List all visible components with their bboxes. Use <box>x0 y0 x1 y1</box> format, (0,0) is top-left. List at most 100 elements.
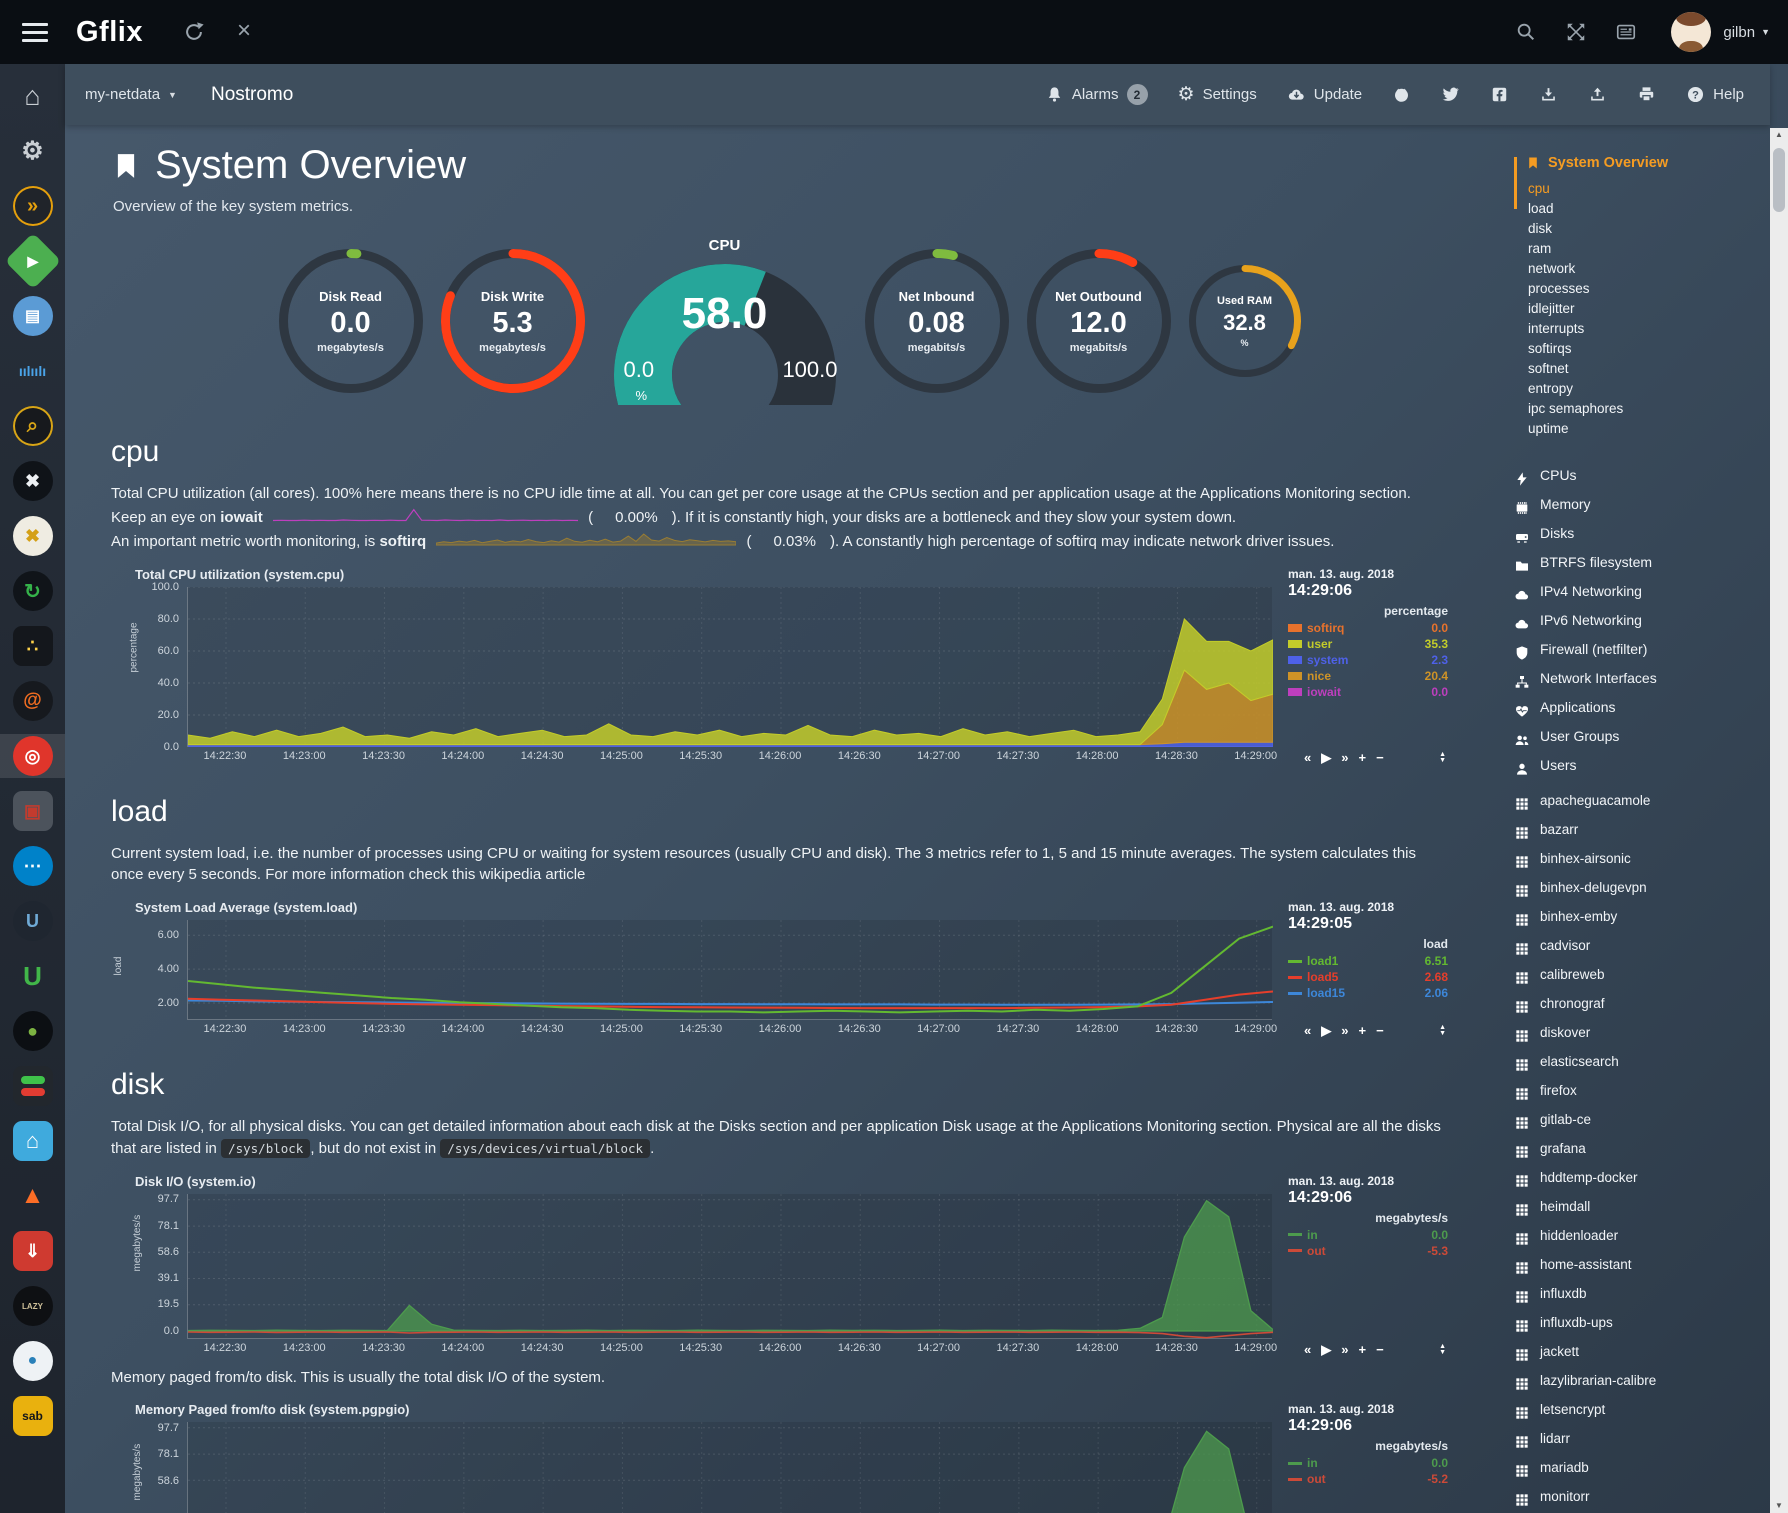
alarms-button[interactable]: Alarms 2 <box>1045 84 1148 105</box>
zoom-in-icon[interactable]: + <box>1358 1343 1366 1357</box>
legend-row-out[interactable]: out-5.3 <box>1288 1243 1448 1259</box>
toc-section-network-interfaces[interactable]: Network Interfaces <box>1514 664 1764 693</box>
toc-section-firewall-netfilter-[interactable]: Firewall (netfilter) <box>1514 635 1764 664</box>
zoom-in-icon[interactable]: + <box>1358 751 1366 765</box>
toc-section-users[interactable]: Users <box>1514 751 1764 780</box>
toc-section-cpus[interactable]: CPUs <box>1514 461 1764 490</box>
sidebar-app-monitorr[interactable] <box>0 1064 65 1108</box>
search-icon[interactable] <box>1515 21 1537 43</box>
toc-item-ram[interactable]: ram <box>1528 239 1764 259</box>
sidebar-app-jackett[interactable]: ⌕ <box>0 404 65 448</box>
chart-plot[interactable] <box>187 587 1272 747</box>
toc-app-mariadb[interactable]: mariadb <box>1514 1453 1764 1482</box>
toc-app-grafana[interactable]: grafana <box>1514 1134 1764 1163</box>
zoom-out-icon[interactable]: − <box>1376 751 1384 765</box>
chart-plot[interactable] <box>187 1422 1272 1513</box>
toc-app-hiddenloader[interactable]: hiddenloader <box>1514 1221 1764 1250</box>
toc-item-interrupts[interactable]: interrupts <box>1528 319 1764 339</box>
sidebar-app-lazylibrarian[interactable]: LAZY <box>0 1284 65 1328</box>
toc-section-memory[interactable]: Memory <box>1514 490 1764 519</box>
toc-app-chronograf[interactable]: chronograf <box>1514 989 1764 1018</box>
toc-item-ipc-semaphores[interactable]: ipc semaphores <box>1528 399 1764 419</box>
sidebar-app-node-graph[interactable]: ∴ <box>0 624 65 668</box>
legend-row-load1[interactable]: load16.51 <box>1288 953 1448 969</box>
github-icon[interactable] <box>1392 85 1411 104</box>
play-icon[interactable]: ▶ <box>1321 751 1331 765</box>
toc-app-heimdall[interactable]: heimdall <box>1514 1192 1764 1221</box>
toc-section-applications[interactable]: Applications <box>1514 693 1764 722</box>
toc-app-jackett[interactable]: jackett <box>1514 1337 1764 1366</box>
legend-row-softirq[interactable]: softirq0.0 <box>1288 620 1448 636</box>
facebook-icon[interactable] <box>1490 85 1509 104</box>
sidebar-app-remote-app[interactable]: ▤ <box>0 294 65 338</box>
legend-row-system[interactable]: system2.3 <box>1288 652 1448 668</box>
toc-section-ipv6-networking[interactable]: IPv6 Networking <box>1514 606 1764 635</box>
toc-app-apacheguacamole[interactable]: apacheguacamole <box>1514 786 1764 815</box>
avatar[interactable] <box>1671 12 1711 52</box>
download-icon[interactable] <box>1539 85 1558 104</box>
pan-forward-icon[interactable]: » <box>1341 1024 1348 1038</box>
sidebar-app-gitlab[interactable]: ▲ <box>0 1174 65 1218</box>
scroll-down-icon[interactable]: ▼ <box>1775 1499 1783 1513</box>
toc-item-load[interactable]: load <box>1528 199 1764 219</box>
toc-item-disk[interactable]: disk <box>1528 219 1764 239</box>
close-icon[interactable]: × <box>233 21 255 43</box>
refresh-icon[interactable] <box>183 21 205 43</box>
gauge-disk-read[interactable]: Disk Read0.0megabytes/s <box>276 246 426 396</box>
toc-app-bazarr[interactable]: bazarr <box>1514 815 1764 844</box>
toc-app-elasticsearch[interactable]: elasticsearch <box>1514 1047 1764 1076</box>
chart-plot[interactable] <box>187 920 1272 1020</box>
toc-section-btrfs-filesystem[interactable]: BTRFS filesystem <box>1514 548 1764 577</box>
scrollbar[interactable]: ▲ ▼ <box>1770 128 1788 1513</box>
sidebar-app-home[interactable]: ⌂ <box>0 74 65 118</box>
user-menu[interactable]: gilbn▼ <box>1723 24 1770 41</box>
toc-item-softnet[interactable]: softnet <box>1528 359 1764 379</box>
toc-item-softirqs[interactable]: softirqs <box>1528 339 1764 359</box>
softirq-sparkline[interactable] <box>436 531 736 553</box>
pan-backward-icon[interactable]: « <box>1304 751 1311 765</box>
settings-button[interactable]: ⚙ Settings <box>1178 85 1257 104</box>
upload-icon[interactable] <box>1588 85 1607 104</box>
toc-item-network[interactable]: network <box>1528 259 1764 279</box>
pan-backward-icon[interactable]: « <box>1304 1343 1311 1357</box>
legend-row-user[interactable]: user35.3 <box>1288 636 1448 652</box>
sidebar-app-airsonic[interactable]: ıılıılı <box>0 349 65 393</box>
toc-app-diskover[interactable]: diskover <box>1514 1018 1764 1047</box>
toc-item-uptime[interactable]: uptime <box>1528 419 1764 439</box>
sidebar-app-settings[interactable]: ⚙ <box>0 129 65 173</box>
sidebar-app-kodi[interactable]: ✖ <box>0 459 65 503</box>
hamburger-icon[interactable] <box>22 23 48 42</box>
toc-section-ipv4-networking[interactable]: IPv4 Networking <box>1514 577 1764 606</box>
toc-section-user-groups[interactable]: User Groups <box>1514 722 1764 751</box>
toc-item-cpu[interactable]: cpu <box>1528 179 1764 199</box>
sidebar-app-netdata[interactable]: ◎ <box>0 734 65 778</box>
toc-app-influxdb-ups[interactable]: influxdb-ups <box>1514 1308 1764 1337</box>
pan-forward-icon[interactable]: » <box>1341 751 1348 765</box>
gauge-net-inbound[interactable]: Net Inbound0.08megabits/s <box>862 246 1012 396</box>
sidebar-app-sabnzbd[interactable]: sab <box>0 1394 65 1438</box>
zoom-in-icon[interactable]: + <box>1358 1024 1366 1038</box>
gauge-used-ram[interactable]: Used RAM32.8% <box>1186 262 1304 380</box>
legend-row-in[interactable]: in0.0 <box>1288 1227 1448 1243</box>
sidebar-app-plex[interactable]: » <box>0 184 65 228</box>
pan-backward-icon[interactable]: « <box>1304 1024 1311 1038</box>
legend-row-out[interactable]: out-5.2 <box>1288 1471 1448 1487</box>
sidebar-app-nextcloud[interactable]: ⋯ <box>0 844 65 888</box>
chart-plot[interactable] <box>187 1194 1272 1339</box>
zoom-out-icon[interactable]: − <box>1376 1343 1384 1357</box>
sidebar-app-emby[interactable]: ▶ <box>0 239 65 283</box>
toc-app-gitlab-ce[interactable]: gitlab-ce <box>1514 1105 1764 1134</box>
sidebar-app-youtube-dl[interactable]: ⇓ <box>0 1229 65 1273</box>
sidebar-app-home-assistant[interactable]: ⌂ <box>0 1119 65 1163</box>
twitter-icon[interactable] <box>1441 85 1460 104</box>
sidebar-app-grafana[interactable]: @ <box>0 679 65 723</box>
sidebar-app-guacamole[interactable]: ● <box>0 1009 65 1053</box>
server-dropdown[interactable]: my-netdata▼ <box>85 86 177 103</box>
toc-app-home-assistant[interactable]: home-assistant <box>1514 1250 1764 1279</box>
toc-app-binhex-emby[interactable]: binhex-emby <box>1514 902 1764 931</box>
toc-section-disks[interactable]: Disks <box>1514 519 1764 548</box>
sidebar-app-minio[interactable]: ▣ <box>0 789 65 833</box>
resize-handle-icon[interactable]: ▲▼ <box>1439 752 1446 764</box>
legend-row-iowait[interactable]: iowait0.0 <box>1288 684 1448 700</box>
sidebar-app-ubooquity[interactable]: U <box>0 899 65 943</box>
